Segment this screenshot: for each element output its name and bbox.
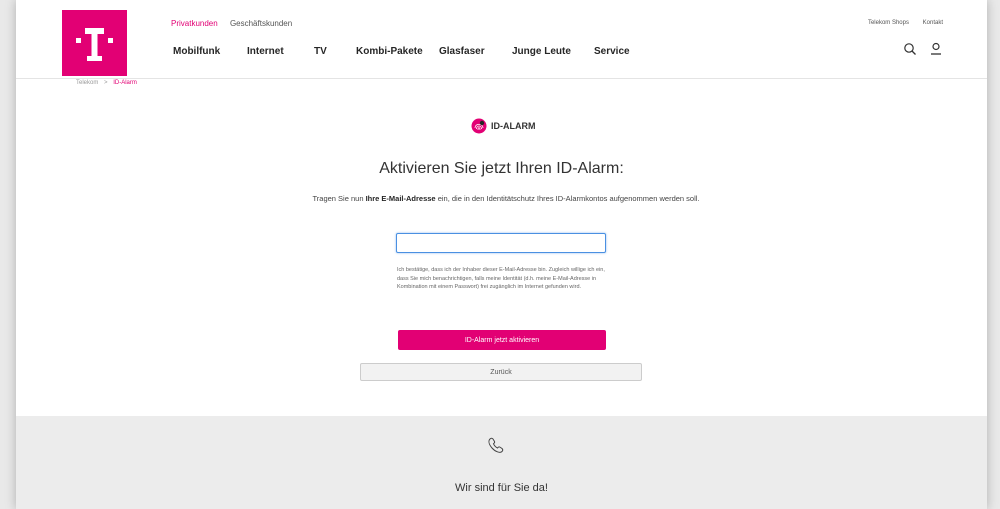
header-icons — [895, 42, 943, 61]
contact-footer — [16, 416, 987, 509]
page: Privatkunden Geschäftskunden Telekom Sho… — [16, 0, 987, 509]
nav-kombi-pakete[interactable]: Kombi-Pakete — [356, 46, 423, 57]
nav-glasfaser[interactable]: Glasfaser — [439, 46, 485, 57]
breadcrumb-current: ID-Alarm — [113, 80, 137, 86]
back-button[interactable]: Zurück — [360, 363, 642, 381]
phone-icon — [487, 436, 505, 454]
consent-text: Ich bestätige, dass ich der Inhaber dies… — [397, 267, 605, 290]
breadcrumb-home[interactable]: Telekom — [76, 80, 98, 86]
kontakt-link[interactable]: Kontakt — [923, 20, 943, 26]
intro-text-bold: Ihre E-Mail-Adresse — [365, 194, 436, 203]
telekom-logo-icon[interactable] — [62, 10, 127, 76]
segment-privatkunden[interactable]: Privatkunden — [171, 19, 218, 28]
nav-mobilfunk[interactable]: Mobilfunk — [173, 46, 220, 57]
intro-text-start: Tragen Sie nun — [312, 194, 366, 203]
fingerprint-icon — [471, 118, 487, 134]
nav-junge-leute[interactable]: Junge Leute — [512, 46, 571, 57]
nav-service[interactable]: Service — [594, 46, 630, 57]
telekom-shops-link[interactable]: Telekom Shops — [868, 20, 909, 26]
breadcrumb: Telekom > ID-Alarm — [76, 80, 137, 86]
brand-label: ID-ALARM — [491, 121, 536, 131]
footer-title: Wir sind für Sie da! — [455, 482, 548, 494]
segment-switch: Privatkunden Geschäftskunden — [171, 19, 302, 28]
intro-text-end: ein, die in den Identitätschutz Ihres ID… — [435, 194, 700, 203]
activate-button[interactable]: ID-Alarm jetzt aktivieren — [398, 330, 606, 350]
page-title: Aktivieren Sie jetzt Ihren ID-Alarm: — [379, 160, 624, 177]
intro-text: Tragen Sie nun Ihre E-Mail-Adresse ein, … — [296, 193, 716, 204]
breadcrumb-separator: > — [104, 80, 108, 86]
service-links: Telekom Shops Kontakt — [856, 20, 943, 26]
nav-internet[interactable]: Internet — [247, 46, 284, 57]
email-input[interactable] — [396, 233, 606, 253]
search-icon[interactable] — [903, 42, 917, 56]
id-alarm-brand: ID-ALARM — [471, 118, 536, 134]
header-divider — [16, 78, 987, 79]
nav-tv[interactable]: TV — [314, 46, 327, 57]
user-icon[interactable] — [929, 42, 943, 56]
segment-geschaeftskunden[interactable]: Geschäftskunden — [230, 19, 292, 28]
